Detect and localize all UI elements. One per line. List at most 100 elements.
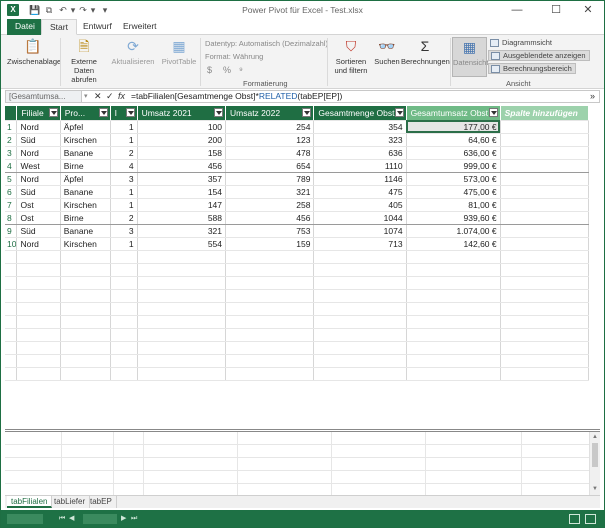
cell-id[interactable]: 1 — [110, 198, 138, 212]
table-row[interactable]: 4 West Birne 4 456 654 1110 999,00 € — [5, 159, 590, 173]
calc-area-scrollbar[interactable]: ▲ ▼ — [589, 432, 600, 495]
next-record-icon[interactable]: ▶ — [121, 514, 126, 524]
cell-gesamtumsatz-obst[interactable]: 81,00 € — [406, 198, 501, 212]
table-row[interactable]: 8 Ost Birne 2 588 456 1044 939,60 € — [5, 211, 590, 225]
cell-produkt[interactable]: Äpfel — [60, 172, 111, 186]
table-row[interactable]: 7 Ost Kirschen 1 147 258 405 81,00 € — [5, 198, 590, 212]
cell-add-column[interactable] — [500, 172, 590, 186]
datatype-label[interactable]: Datentyp: Automatisch (Dezimalzahl) — [205, 39, 328, 48]
cell-umsatz-2021[interactable]: 456 — [137, 159, 227, 173]
tab-start[interactable]: Start — [41, 19, 77, 35]
cell-id[interactable]: 3 — [110, 172, 138, 186]
scroll-down-icon[interactable]: ▼ — [590, 484, 600, 494]
filter-dropdown-icon[interactable] — [302, 108, 312, 117]
cell-gesamtmenge-obst[interactable]: 1146 — [313, 172, 407, 186]
filter-dropdown-icon[interactable] — [125, 108, 135, 117]
row-number[interactable]: 5 — [5, 172, 18, 186]
tab-datei[interactable]: Datei — [7, 19, 43, 35]
sort-filter-button[interactable]: ⛉ Sortieren und filtern — [331, 37, 371, 75]
column-header-gesamtmenge-obst[interactable]: Gesamtmenge Obst — [313, 106, 407, 121]
column-header-umsatz-2022[interactable]: Umsatz 2022 — [225, 106, 315, 121]
sheet-tab-tabliefer[interactable]: tabLiefer — [50, 496, 91, 508]
cell-gesamtmenge-obst[interactable]: 713 — [313, 237, 407, 251]
filter-dropdown-icon[interactable] — [48, 108, 58, 117]
refresh-button[interactable]: ⟳ Aktualisieren — [109, 37, 157, 66]
first-record-icon[interactable]: ⏮ — [59, 514, 65, 524]
row-number[interactable]: 1 — [5, 120, 18, 134]
grid-view-status-icon[interactable] — [569, 514, 580, 524]
tab-erweitert[interactable]: Erweitert — [115, 19, 165, 35]
cell-id[interactable]: 2 — [110, 146, 138, 160]
cell-gesamtmenge-obst[interactable]: 323 — [313, 133, 407, 147]
cell-umsatz-2021[interactable]: 100 — [137, 120, 227, 134]
cell-umsatz-2021[interactable]: 158 — [137, 146, 227, 160]
expand-formula-bar-icon[interactable]: » — [590, 91, 595, 102]
name-box-dropdown-icon[interactable]: ▾ — [84, 91, 88, 102]
cell-gesamtmenge-obst[interactable]: 405 — [313, 198, 407, 212]
cell-filiale[interactable]: Ost — [16, 198, 61, 212]
percent-format-icon[interactable]: % — [223, 65, 231, 75]
row-number[interactable]: 9 — [5, 224, 18, 238]
cell-produkt[interactable]: Banane — [60, 146, 111, 160]
cell-umsatz-2021[interactable]: 588 — [137, 211, 227, 225]
data-view-button[interactable]: ▦ Datensicht — [452, 37, 488, 77]
cell-id[interactable]: 2 — [110, 211, 138, 225]
cell-umsatz-2022[interactable]: 159 — [225, 237, 315, 251]
table-row[interactable]: 9 Süd Banane 3 321 753 1074 1.074,00 € — [5, 224, 590, 238]
cell-add-column[interactable] — [500, 211, 590, 225]
cell-gesamtumsatz-obst[interactable]: 177,00 € — [406, 120, 501, 134]
cell-umsatz-2021[interactable]: 147 — [137, 198, 227, 212]
cell-gesamtumsatz-obst[interactable]: 999,00 € — [406, 159, 501, 173]
sheet-tab-tabfilialen[interactable]: tabFilialen — [7, 496, 53, 508]
row-number[interactable]: 2 — [5, 133, 18, 147]
insert-function-icon[interactable]: fx — [118, 91, 125, 102]
cell-umsatz-2022[interactable]: 123 — [225, 133, 315, 147]
cell-umsatz-2022[interactable]: 478 — [225, 146, 315, 160]
cell-id[interactable]: 4 — [110, 159, 138, 173]
cell-id[interactable]: 1 — [110, 237, 138, 251]
scroll-up-icon[interactable]: ▲ — [590, 432, 600, 442]
cell-umsatz-2022[interactable]: 456 — [225, 211, 315, 225]
cell-add-column[interactable] — [500, 120, 590, 134]
column-header-umsatz-2021[interactable]: Umsatz 2021 — [137, 106, 227, 121]
cell-produkt[interactable]: Kirschen — [60, 237, 111, 251]
cell-gesamtumsatz-obst[interactable]: 573,00 € — [406, 172, 501, 186]
find-button[interactable]: 👓 Suchen — [373, 37, 401, 66]
cell-add-column[interactable] — [500, 237, 590, 251]
cell-add-column[interactable] — [500, 146, 590, 160]
row-number[interactable]: 6 — [5, 185, 18, 199]
cell-produkt[interactable]: Banane — [60, 185, 111, 199]
close-button[interactable]: ✕ — [571, 1, 604, 19]
filter-dropdown-icon[interactable] — [98, 108, 108, 117]
cell-gesamtmenge-obst[interactable]: 1110 — [313, 159, 407, 173]
cell-id[interactable]: 3 — [110, 224, 138, 238]
cell-produkt[interactable]: Kirschen — [60, 133, 111, 147]
cell-gesamtumsatz-obst[interactable]: 939,60 € — [406, 211, 501, 225]
cell-gesamtumsatz-obst[interactable]: 636,00 € — [406, 146, 501, 160]
row-number[interactable]: 10 — [5, 237, 18, 251]
add-column-header[interactable]: Spalte hinzufügen — [500, 106, 590, 121]
row-number[interactable]: 3 — [5, 146, 18, 160]
cell-produkt[interactable]: Äpfel — [60, 120, 111, 134]
cell-umsatz-2022[interactable]: 258 — [225, 198, 315, 212]
get-external-data-button[interactable]: 🗎 Externe Daten abrufen — [62, 37, 106, 84]
filter-dropdown-icon[interactable] — [214, 108, 223, 117]
column-header-gesamtumsatz-obst[interactable]: Gesamtumsatz Obst — [406, 106, 501, 121]
thousands-separator-icon[interactable]: ⁹ — [239, 65, 243, 75]
last-record-icon[interactable]: ⏭ — [131, 514, 137, 524]
cell-produkt[interactable]: Kirschen — [60, 198, 111, 212]
cell-umsatz-2022[interactable]: 321 — [225, 185, 315, 199]
calculations-button[interactable]: Σ Berechnungen — [401, 37, 450, 66]
cell-umsatz-2021[interactable]: 554 — [137, 237, 227, 251]
filter-dropdown-icon[interactable] — [394, 108, 404, 117]
minimize-button[interactable]: — — [500, 1, 534, 19]
table-row[interactable]: 3 Nord Banane 2 158 478 636 636,00 € — [5, 146, 590, 160]
cell-filiale[interactable]: Nord — [16, 146, 61, 160]
cell-gesamtmenge-obst[interactable]: 636 — [313, 146, 407, 160]
cell-add-column[interactable] — [500, 185, 590, 199]
cell-gesamtumsatz-obst[interactable]: 142,60 € — [406, 237, 501, 251]
name-box[interactable]: [Gesamtumsa... — [6, 91, 82, 102]
cancel-formula-icon[interactable]: ✕ — [94, 91, 102, 102]
format-label[interactable]: Format: Währung — [205, 52, 263, 61]
cell-filiale[interactable]: Süd — [16, 224, 61, 238]
